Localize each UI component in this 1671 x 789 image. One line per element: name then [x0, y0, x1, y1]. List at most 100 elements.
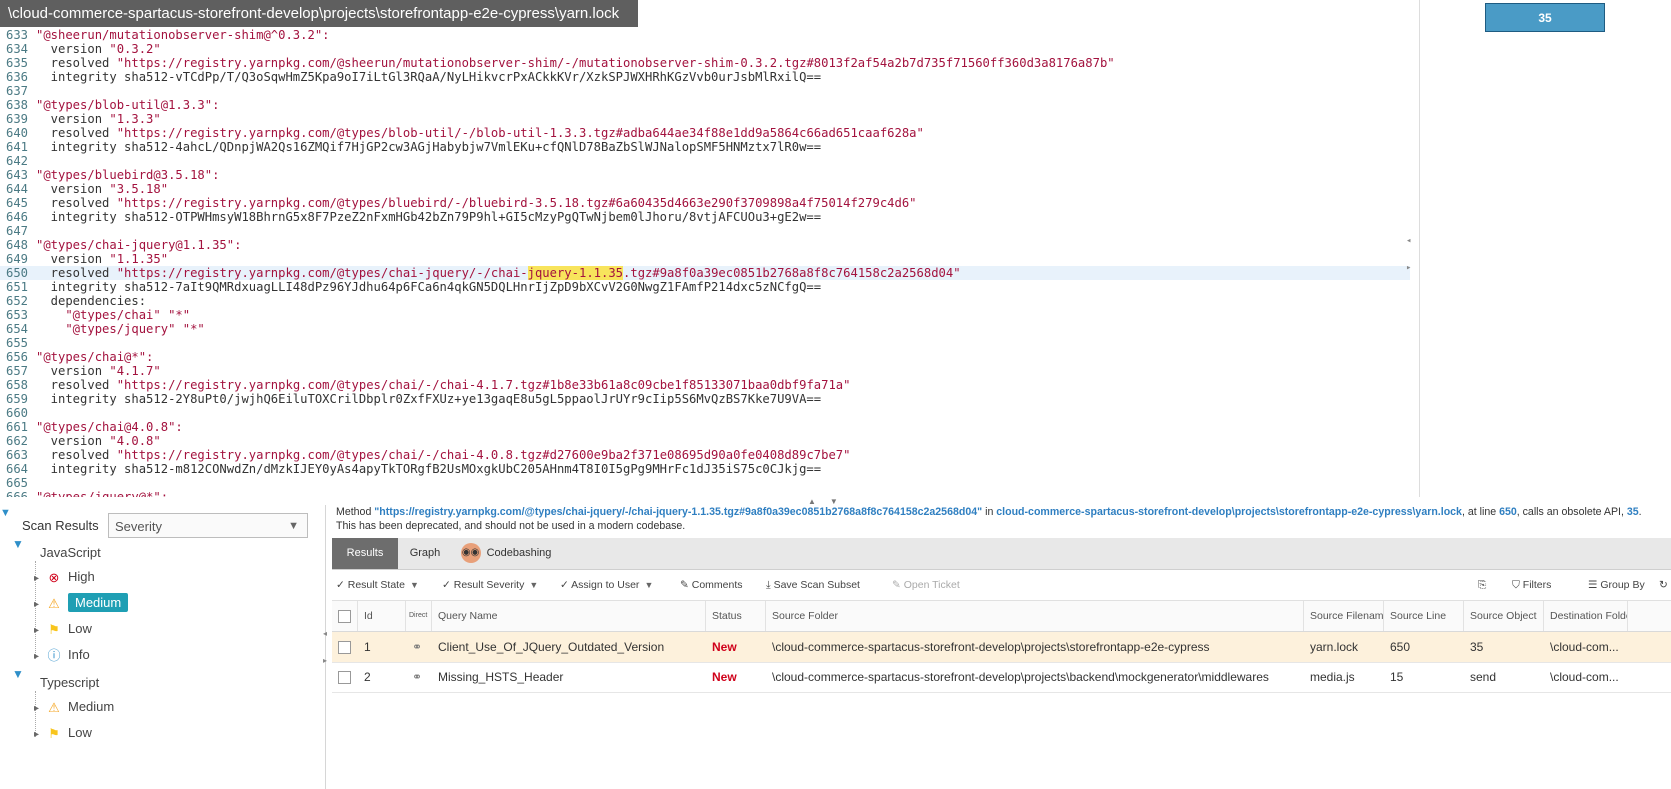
code-line[interactable]: 665 [0, 476, 1410, 490]
minimap-marker[interactable]: 35 [1485, 3, 1605, 32]
line-number: 655 [5, 336, 28, 350]
chevron-down-icon[interactable]: ▼ [12, 537, 24, 551]
code-line[interactable]: 646 integrity sha512-OTPWHmsyW18BhrnG5x8… [0, 210, 1410, 224]
result-state-button[interactable]: ✓ Result State ▼ [336, 570, 419, 600]
result-severity-button[interactable]: ✓ Result Severity ▼ [442, 570, 538, 600]
col-query-name[interactable]: Query Name [432, 601, 706, 631]
tree-item-javascript-high[interactable]: ▸ ⊗ High [34, 566, 95, 588]
code-line[interactable]: 647 [0, 224, 1410, 238]
code-line[interactable]: 644 version "3.5.18" [0, 182, 1410, 196]
tab-results[interactable]: Results [332, 538, 398, 569]
line-number: 666 [5, 490, 28, 497]
code-line[interactable]: 663 resolved "https://registry.yarnpkg.c… [0, 448, 1410, 462]
filters-button[interactable]: ⛉ Filters [1512, 570, 1551, 600]
code-token: .tgz#9a8f0a39ec0851b2768a8f8c764158c2a25… [623, 266, 961, 280]
code-line[interactable]: 651 integrity sha512-7aIt9QMRdxuagLLI48d… [0, 280, 1410, 294]
severity-select[interactable]: Severity ▼ [108, 513, 308, 538]
row-checkbox[interactable] [332, 632, 358, 662]
code-line[interactable]: 666 "@types/jquery@*": [0, 490, 1410, 497]
tree-item-typescript-medium[interactable]: ▸ ⚠ Medium [34, 696, 114, 718]
code-line[interactable]: 639 version "1.3.3" [0, 112, 1410, 126]
chevron-right-icon[interactable]: ▸ [34, 646, 46, 668]
check-icon: ✓ [560, 579, 569, 591]
table-row[interactable]: 1 ⚭ Client_Use_Of_JQuery_Outdated_Version N… [332, 632, 1671, 663]
api-link[interactable]: 35 [1627, 506, 1639, 518]
code-line[interactable]: 648 "@types/chai-jquery@1.1.35": [0, 238, 1410, 252]
code-line[interactable]: 654 "@types/jquery" "*" [0, 322, 1410, 336]
tree-item-javascript-low[interactable]: ▸ ⚑ Low [34, 618, 92, 640]
col-source-filename[interactable]: Source Filename [1304, 601, 1384, 631]
col-direct[interactable]: Direct [406, 601, 432, 631]
code-line[interactable]: 649 version "1.1.35" [0, 252, 1410, 266]
code-line[interactable]: 657 version "4.1.7" [0, 364, 1410, 378]
line-number: 651 [5, 280, 28, 294]
panel-collapse-arrows[interactable]: ◂ ▸ [323, 620, 327, 674]
chevron-right-icon[interactable]: ▸ [34, 698, 46, 720]
line-link[interactable]: 650 [1499, 506, 1517, 518]
editor-scroll-arrows[interactable]: ◂ ▸ [1406, 228, 1416, 282]
tab-codebashing[interactable]: ◉◉ Codebashing [452, 538, 560, 569]
chevron-down-icon[interactable]: ▼ [12, 667, 24, 681]
filter-icon: ⛉ [1512, 579, 1520, 591]
code-token: resolved [36, 126, 117, 140]
col-source-object[interactable]: Source Object [1464, 601, 1544, 631]
code-line[interactable]: 661 "@types/chai@4.0.8": [0, 420, 1410, 434]
file-link[interactable]: cloud-commerce-spartacus-storefront-deve… [996, 506, 1462, 518]
chevron-right-icon[interactable]: ▸ [34, 724, 46, 746]
code-line[interactable]: 664 integrity sha512-m812CONwdZn/dMzkIJE… [0, 462, 1410, 476]
tree-group-typescript[interactable]: Typescript [40, 675, 99, 690]
code-line[interactable]: 653 "@types/chai" "*" [0, 308, 1410, 322]
code-line[interactable]: 643 "@types/bluebird@3.5.18": [0, 168, 1410, 182]
chevron-right-icon[interactable]: ▸ [34, 594, 46, 616]
chevron-right-icon[interactable]: ▸ [34, 568, 46, 590]
code-line[interactable]: 635 resolved "https://registry.yarnpkg.c… [0, 56, 1410, 70]
comments-button[interactable]: ✎ Comments [680, 570, 743, 600]
chevron-right-icon[interactable]: ▸ [34, 620, 46, 642]
export-icon[interactable]: ⎘ [1478, 570, 1486, 600]
tree-item-typescript-low[interactable]: ▸ ⚑ Low [34, 722, 92, 744]
code-editor[interactable]: \cloud-commerce-spartacus-storefront-dev… [0, 0, 1420, 497]
col-status[interactable]: Status [706, 601, 766, 631]
code-line[interactable]: 645 resolved "https://registry.yarnpkg.c… [0, 196, 1410, 210]
table-row[interactable]: 2 ⚭ Missing_HSTS_Header New \cloud-commerce-… [332, 662, 1671, 693]
open-ticket-button[interactable]: ✎ Open Ticket [892, 570, 960, 600]
select-all-checkbox[interactable] [332, 601, 358, 631]
code-token: "@types/chai-jquery@1.1.35": [36, 238, 242, 252]
save-scan-subset-button[interactable]: ⤓ Save Scan Subset [766, 570, 860, 600]
code-line[interactable]: 662 version "4.0.8" [0, 434, 1410, 448]
code-line[interactable]: 655 [0, 336, 1410, 350]
assign-to-user-button[interactable]: ✓ Assign to User ▼ [560, 570, 653, 600]
code-line[interactable]: 658 resolved "https://registry.yarnpkg.c… [0, 378, 1410, 392]
code-line[interactable]: 641 integrity sha512-4ahcL/QDnpjWA2Qs16Z… [0, 140, 1410, 154]
col-id[interactable]: Id [358, 601, 406, 631]
code-line[interactable]: 650 resolved "https://registry.yarnpkg.c… [0, 266, 1410, 280]
tab-graph[interactable]: Graph [398, 538, 452, 569]
cell-destination-folder: \cloud-com... [1550, 670, 1619, 684]
line-number: 657 [5, 364, 28, 378]
cell-destination-folder: \cloud-com... [1550, 640, 1619, 654]
code-line[interactable]: 633 "@sheerun/mutationobserver-shim@^0.3.… [0, 28, 1410, 42]
col-destination-folder[interactable]: Destination Folde [1544, 601, 1628, 631]
group-by-button[interactable]: ☰ Group By [1588, 570, 1645, 600]
col-source-line[interactable]: Source Line [1384, 601, 1464, 631]
tree-group-javascript[interactable]: JavaScript [40, 545, 101, 560]
code-line[interactable]: 656 "@types/chai@*": [0, 350, 1410, 364]
code-line[interactable]: 660 [0, 406, 1410, 420]
line-number: 637 [5, 84, 28, 98]
code-line[interactable]: 659 integrity sha512-2Y8uPt0/jwjhQ6EiluT… [0, 392, 1410, 406]
refresh-icon[interactable]: ↻ [1659, 570, 1668, 600]
code-line[interactable]: 640 resolved "https://registry.yarnpkg.c… [0, 126, 1410, 140]
info-icon: ⓘ [47, 647, 61, 663]
code-line[interactable]: 634 version "0.3.2" [0, 42, 1410, 56]
row-checkbox[interactable] [332, 662, 358, 692]
collapse-icon[interactable]: ▼ [0, 507, 11, 519]
code-line[interactable]: 652 dependencies: [0, 294, 1410, 308]
code-line[interactable]: 637 [0, 84, 1410, 98]
tree-item-javascript-medium[interactable]: ▸ ⚠ Medium [34, 592, 129, 616]
col-source-folder[interactable]: Source Folder [766, 601, 1304, 631]
code-line[interactable]: 642 [0, 154, 1410, 168]
code-line[interactable]: 636 integrity sha512-vTCdPp/T/Q3oSqwHmZ5… [0, 70, 1410, 84]
code-line[interactable]: 638 "@types/blob-util@1.3.3": [0, 98, 1410, 112]
method-link[interactable]: "https://registry.yarnpkg.com/@types/cha… [374, 506, 982, 518]
tree-item-javascript-info[interactable]: ▸ ⓘ Info [34, 644, 90, 666]
